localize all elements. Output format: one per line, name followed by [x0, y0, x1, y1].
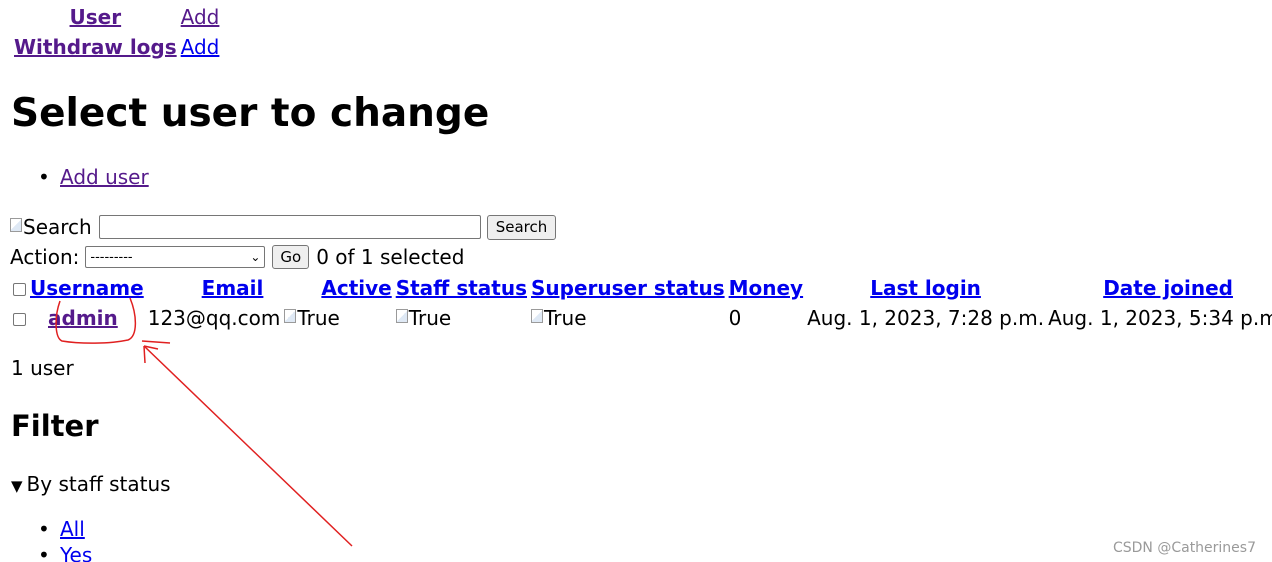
- app-models-nav: User Add Withdraw logs Add: [11, 2, 222, 62]
- column-header: Last login: [806, 273, 1045, 303]
- nav-add-withdraw-logs-link[interactable]: Add: [181, 35, 220, 59]
- nav-model-cell: Withdraw logs: [13, 32, 178, 62]
- watermark: CSDN @Catherines7: [1112, 540, 1256, 556]
- select-all-checkbox[interactable]: [13, 283, 26, 296]
- broken-image-icon: [531, 309, 544, 323]
- column-header: Email: [147, 273, 282, 303]
- result-count: 1 user: [11, 356, 74, 380]
- selection-counter: 0 of 1 selected: [316, 245, 465, 269]
- chevron-down-icon: ⌄: [250, 250, 261, 264]
- nav-add-cell: Add: [180, 32, 221, 62]
- triangle-down-icon: ▼: [11, 477, 23, 495]
- superuser-status-image: True: [531, 306, 587, 330]
- search-button[interactable]: Search: [486, 214, 557, 240]
- nav-row-user: User Add: [13, 2, 220, 32]
- nav-model-withdraw-logs-link[interactable]: Withdraw logs: [14, 35, 177, 59]
- nav-model-user-link[interactable]: User: [70, 5, 122, 29]
- admin-changelist-page: User Add Withdraw logs Add Select user t…: [0, 0, 1272, 562]
- object-tools-item: Add user: [38, 165, 149, 189]
- results-table: Username Email Active Staff status Super…: [10, 273, 1272, 333]
- money-cell: 0: [728, 306, 742, 330]
- staff-status-image: True: [395, 306, 452, 330]
- search-input[interactable]: [98, 215, 481, 239]
- column-header: Username: [29, 273, 145, 303]
- sort-last-login-link[interactable]: Last login: [870, 276, 981, 300]
- object-tools: Add user: [38, 165, 149, 189]
- row-select-cell: [12, 303, 27, 333]
- filter-all-link[interactable]: All: [60, 517, 85, 541]
- broken-image-icon: [395, 309, 408, 323]
- select-all-cell: [12, 273, 27, 303]
- username-cell: admin: [29, 303, 145, 333]
- filter-heading: Filter: [11, 409, 99, 443]
- column-header: Money: [728, 273, 804, 303]
- action-label: Action:: [10, 245, 80, 269]
- staff-cell: True: [395, 303, 528, 333]
- row-checkbox[interactable]: [13, 313, 26, 326]
- search-image-alt: Search: [23, 215, 92, 239]
- action-select-value: ---------: [90, 249, 133, 265]
- sort-username-link[interactable]: Username: [30, 276, 144, 300]
- active-status-image: True: [284, 306, 340, 330]
- sort-money-link[interactable]: Money: [729, 276, 803, 300]
- superuser-cell: True: [530, 303, 726, 333]
- filter-section-toggle[interactable]: ▼ By staff status: [11, 470, 171, 500]
- column-header: Date joined: [1047, 273, 1272, 303]
- sort-staff-status-link[interactable]: Staff status: [396, 276, 527, 300]
- action-select[interactable]: --------- ⌄: [85, 246, 266, 268]
- nav-add-user-link[interactable]: Add: [181, 5, 220, 29]
- table-header-row: Username Email Active Staff status Super…: [12, 273, 1272, 303]
- sort-email-link[interactable]: Email: [202, 276, 264, 300]
- filter-options: All Yes: [38, 516, 92, 562]
- email-cell: 123@qq.com: [147, 306, 281, 330]
- sort-superuser-status-link[interactable]: Superuser status: [531, 276, 725, 300]
- broken-image-icon: [284, 309, 297, 323]
- filter-yes-link[interactable]: Yes: [60, 543, 92, 562]
- last-login-cell: Aug. 1, 2023, 7:28 p.m.: [807, 306, 1045, 330]
- filter-option: Yes: [38, 542, 92, 562]
- date-joined-cell: Aug. 1, 2023, 5:34 p.m.: [1048, 306, 1272, 330]
- page-title: Select user to change: [11, 91, 490, 136]
- nav-add-cell: Add: [180, 2, 221, 32]
- go-button[interactable]: Go: [272, 245, 310, 269]
- filter-section-label: By staff status: [26, 472, 171, 496]
- sort-active-link[interactable]: Active: [321, 276, 391, 300]
- filter-option: All: [38, 516, 92, 542]
- superuser-value: True: [544, 306, 587, 330]
- nav-row-withdraw-logs: Withdraw logs Add: [13, 32, 220, 62]
- table-row: admin 123@qq.com True True True 0 Aug. 1…: [12, 303, 1272, 333]
- staff-value: True: [408, 306, 452, 330]
- annotation-arrow-line: [143, 345, 353, 547]
- active-value: True: [297, 306, 340, 330]
- column-header: Active: [283, 273, 392, 303]
- annotation-arrow-head: [143, 345, 159, 364]
- column-header: Superuser status: [530, 273, 726, 303]
- column-header: Staff status: [395, 273, 528, 303]
- search-image: Search: [10, 215, 92, 239]
- sort-date-joined-link[interactable]: Date joined: [1103, 276, 1233, 300]
- search-bar: Search Search: [10, 212, 557, 242]
- active-cell: True: [283, 303, 392, 333]
- actions-bar: Action: --------- ⌄ Go 0 of 1 selected: [10, 243, 464, 271]
- broken-image-icon: [10, 218, 22, 232]
- add-user-link[interactable]: Add user: [60, 165, 149, 189]
- nav-model-cell: User: [13, 2, 178, 32]
- username-link[interactable]: admin: [30, 306, 118, 330]
- annotation-underline-mark: [141, 340, 171, 344]
